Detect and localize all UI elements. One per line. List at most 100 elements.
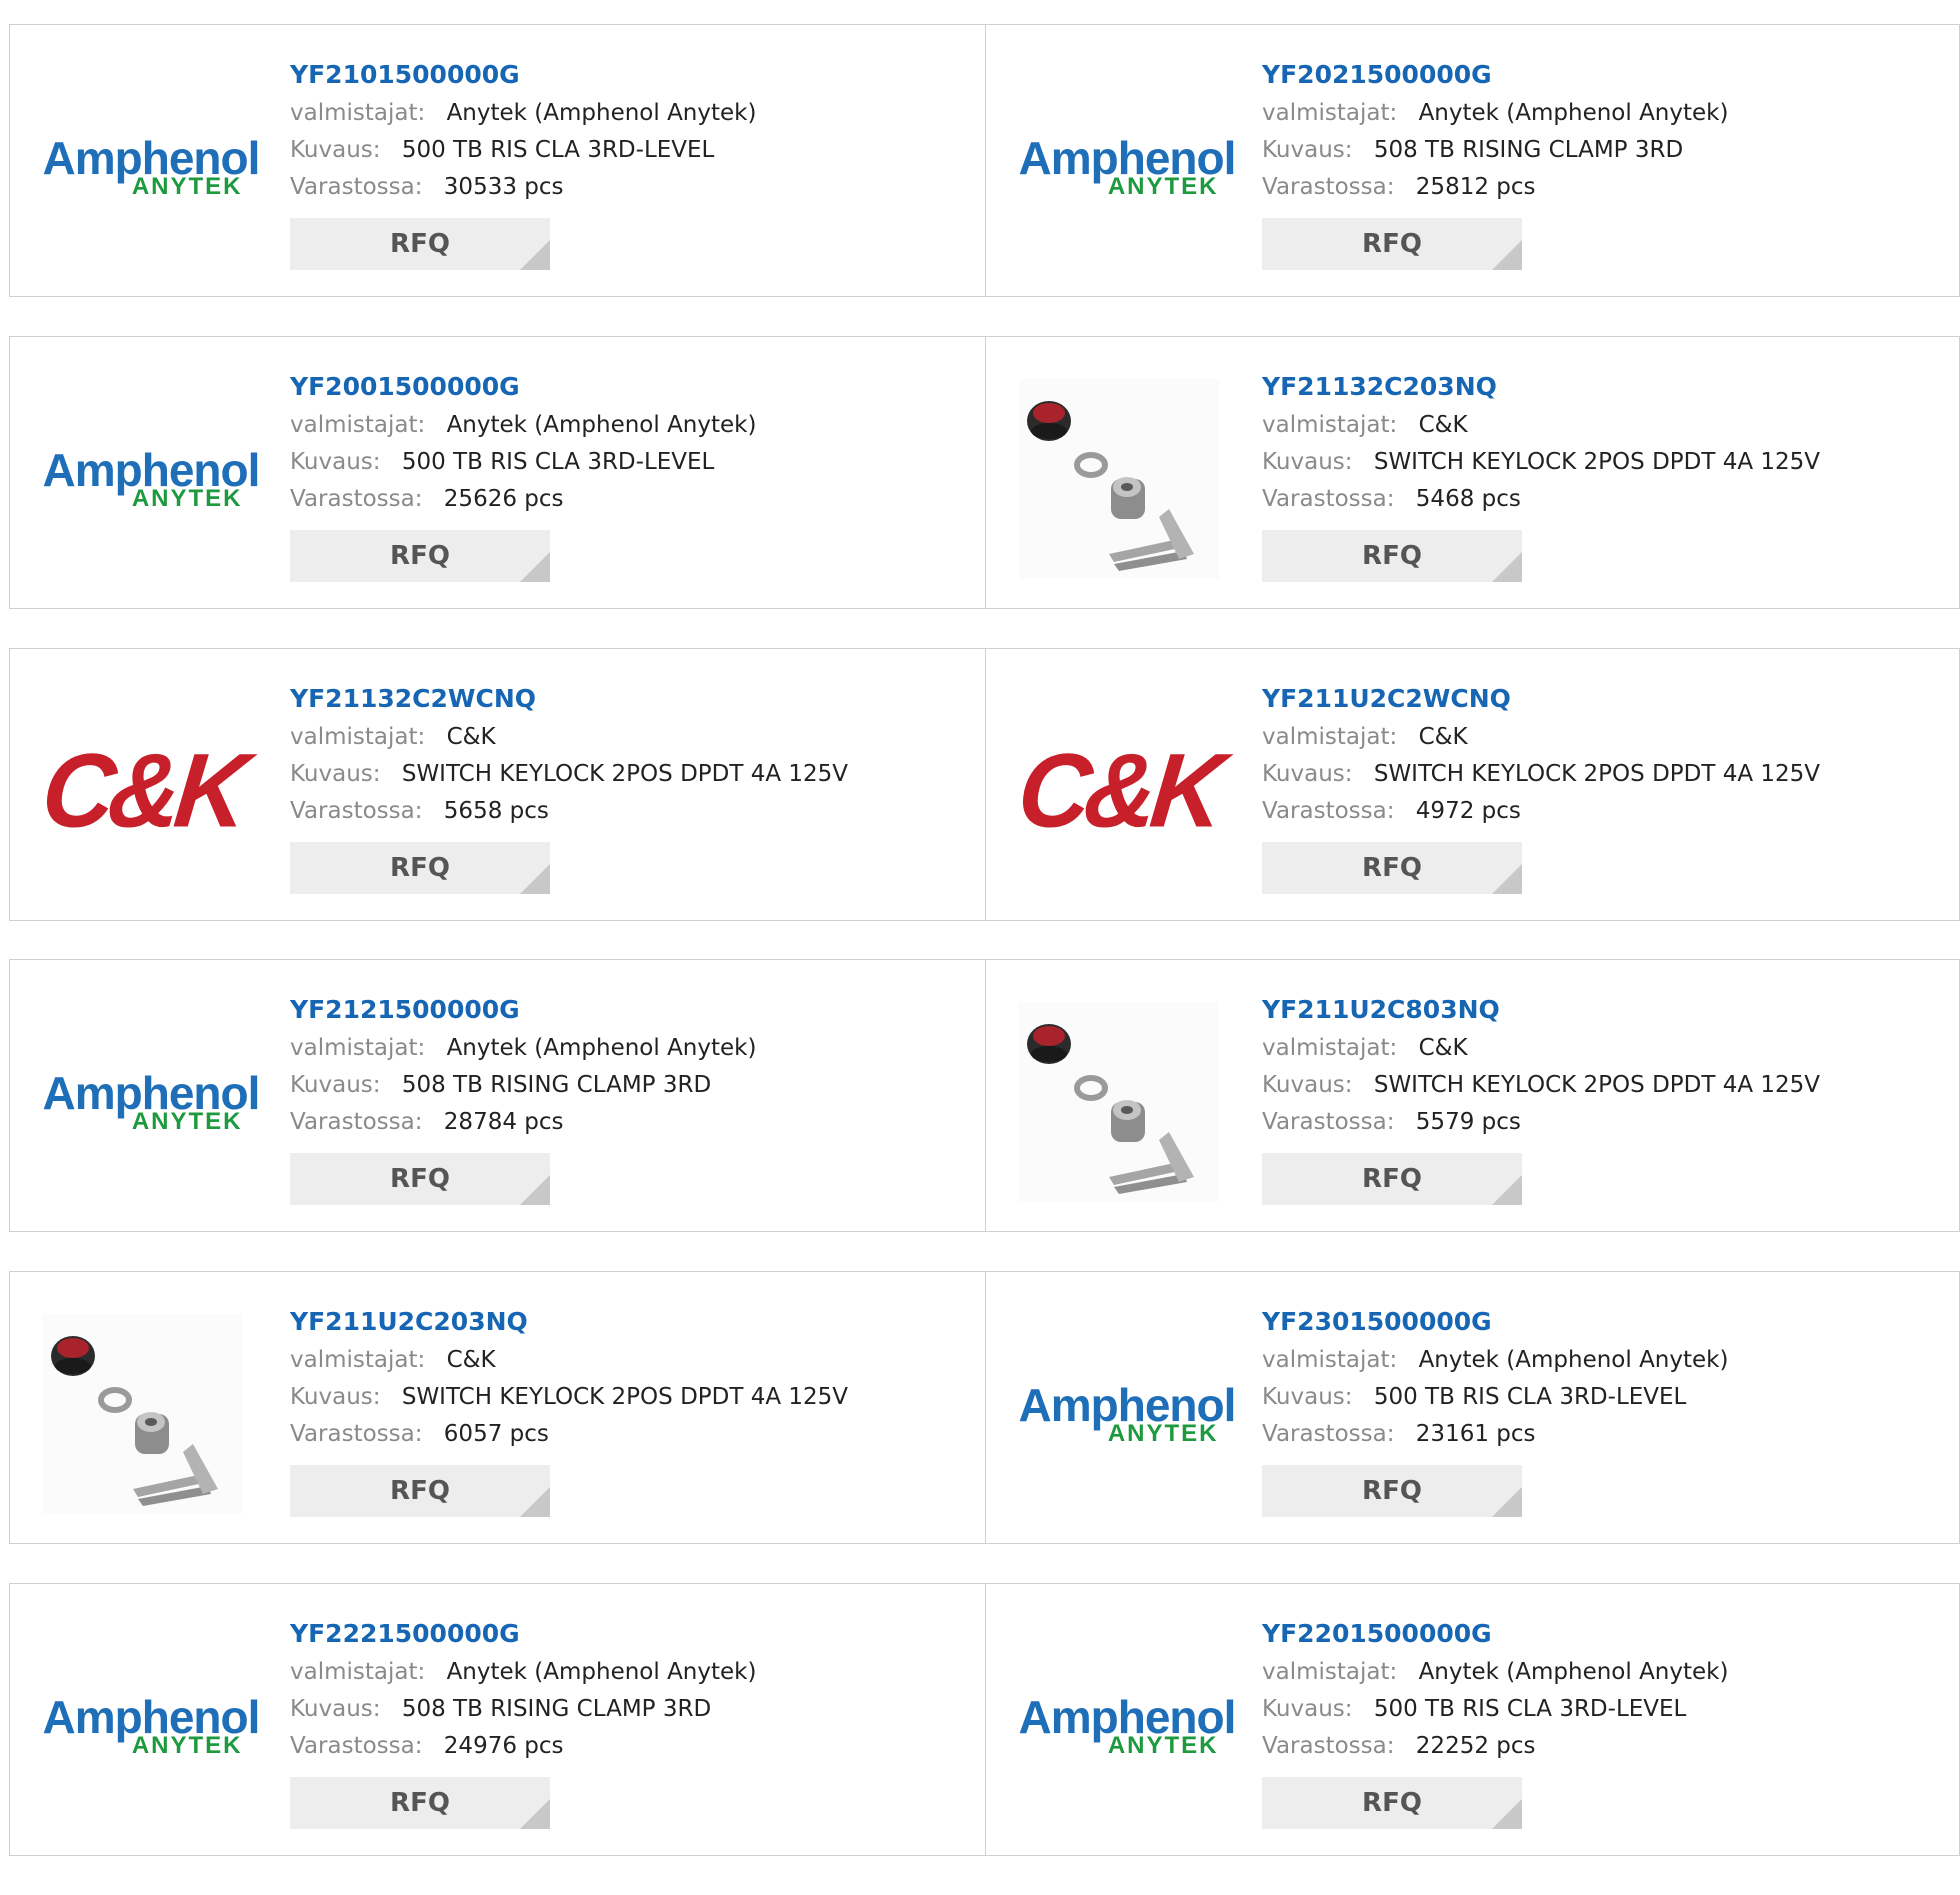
corner-triangle-icon xyxy=(1492,552,1522,582)
part-number-link[interactable]: YF2101500000G xyxy=(290,55,756,95)
product-image[interactable] xyxy=(1016,1002,1221,1202)
description-value: 500 TB RIS CLA 3RD-LEVEL xyxy=(401,449,715,475)
rfq-button[interactable]: RFQ xyxy=(290,1777,550,1829)
rfq-button[interactable]: RFQ xyxy=(1262,218,1522,270)
amphenol-anytek-logo[interactable]: Amphenol ANYTEK xyxy=(43,1070,261,1134)
manufacturer-label: valmistajat: xyxy=(1262,412,1398,438)
corner-triangle-icon xyxy=(1492,1487,1522,1517)
rfq-label: RFQ xyxy=(390,1476,450,1506)
rfq-button[interactable]: RFQ xyxy=(290,218,550,270)
stock-label: Varastossa: xyxy=(1262,1421,1395,1447)
description-label: Kuvaus: xyxy=(290,449,381,475)
part-number-link[interactable]: YF21132C203NQ xyxy=(1262,367,1820,407)
rfq-button[interactable]: RFQ xyxy=(290,1465,550,1517)
stock-value: 23161 pcs xyxy=(1415,1421,1536,1447)
stock-value: 25626 pcs xyxy=(443,486,564,512)
description-value: 500 TB RIS CLA 3RD-LEVEL xyxy=(1373,1384,1687,1410)
keylock-switch-image[interactable] xyxy=(1018,379,1219,579)
corner-triangle-icon xyxy=(520,864,550,894)
description-label: Kuvaus: xyxy=(290,761,381,787)
amphenol-anytek-logo[interactable]: Amphenol ANYTEK xyxy=(1019,135,1237,199)
amphenol-anytek-logo[interactable]: Amphenol ANYTEK xyxy=(43,1694,261,1758)
description-value: SWITCH KEYLOCK 2POS DPDT 4A 125V xyxy=(1373,449,1821,475)
ck-logo[interactable]: C&K xyxy=(1013,731,1224,852)
description-label: Kuvaus: xyxy=(1262,761,1353,787)
product-image[interactable] xyxy=(1016,379,1221,579)
manufacturer-row: valmistajat: Anytek (Amphenol Anytek) xyxy=(290,95,756,132)
product-row: YF211U2C203NQ valmistajat: C&K Kuvaus: S… xyxy=(9,1271,1960,1544)
keylock-switch-image[interactable] xyxy=(1018,1002,1219,1202)
manufacturer-value: Anytek (Amphenol Anytek) xyxy=(1418,1659,1729,1685)
description-row: Kuvaus: 500 TB RIS CLA 3RD-LEVEL xyxy=(1262,1379,1728,1416)
manufacturer-value: Anytek (Amphenol Anytek) xyxy=(446,100,757,126)
part-number-link[interactable]: YF2221500000G xyxy=(290,1614,756,1654)
amphenol-anytek-logo[interactable]: Amphenol ANYTEK xyxy=(43,447,261,511)
stock-row: Varastossa: 6057 pcs xyxy=(290,1416,848,1453)
amphenol-anytek-logo[interactable]: Amphenol ANYTEK xyxy=(1019,1382,1237,1446)
product-image[interactable]: Amphenol ANYTEK xyxy=(40,1002,261,1202)
ck-logo[interactable]: C&K xyxy=(37,731,248,852)
corner-triangle-icon xyxy=(520,1175,550,1205)
stock-label: Varastossa: xyxy=(290,1421,423,1447)
part-number-link[interactable]: YF21132C2WCNQ xyxy=(290,679,848,719)
product-image[interactable]: Amphenol ANYTEK xyxy=(40,1626,261,1826)
rfq-label: RFQ xyxy=(390,1164,450,1194)
rfq-button[interactable]: RFQ xyxy=(1262,1777,1522,1829)
product-card: Amphenol ANYTEK YF2121500000G valmistaja… xyxy=(9,959,986,1232)
description-row: Kuvaus: 508 TB RISING CLAMP 3RD xyxy=(1262,132,1728,169)
amphenol-anytek-logo[interactable]: Amphenol ANYTEK xyxy=(1019,1694,1237,1758)
rfq-button[interactable]: RFQ xyxy=(290,530,550,582)
product-image[interactable]: C&K xyxy=(37,691,248,891)
rfq-button[interactable]: RFQ xyxy=(290,1153,550,1205)
description-row: Kuvaus: SWITCH KEYLOCK 2POS DPDT 4A 125V xyxy=(1262,1067,1820,1104)
manufacturer-row: valmistajat: Anytek (Amphenol Anytek) xyxy=(290,1030,756,1067)
rfq-button[interactable]: RFQ xyxy=(1262,842,1522,894)
description-value: 508 TB RISING CLAMP 3RD xyxy=(401,1072,712,1098)
manufacturer-label: valmistajat: xyxy=(1262,100,1398,126)
corner-triangle-icon xyxy=(1492,864,1522,894)
part-number-link[interactable]: YF2301500000G xyxy=(1262,1302,1728,1342)
rfq-button[interactable]: RFQ xyxy=(290,842,550,894)
part-number-link[interactable]: YF211U2C803NQ xyxy=(1262,990,1820,1030)
product-image[interactable]: Amphenol ANYTEK xyxy=(40,379,261,579)
part-number-link[interactable]: YF2001500000G xyxy=(290,367,756,407)
product-info: YF2001500000G valmistajat: Anytek (Amphe… xyxy=(290,367,756,582)
description-label: Kuvaus: xyxy=(1262,1072,1353,1098)
description-label: Kuvaus: xyxy=(290,1384,381,1410)
product-info: YF2301500000G valmistajat: Anytek (Amphe… xyxy=(1262,1302,1728,1517)
corner-triangle-icon xyxy=(520,1487,550,1517)
stock-label: Varastossa: xyxy=(290,798,423,824)
product-card: Amphenol ANYTEK YF2201500000G valmistaja… xyxy=(986,1583,1960,1856)
stock-row: Varastossa: 5468 pcs xyxy=(1262,481,1820,518)
part-number-link[interactable]: YF211U2C2WCNQ xyxy=(1262,679,1820,719)
part-number-link[interactable]: YF2121500000G xyxy=(290,990,756,1030)
amphenol-anytek-logo[interactable]: Amphenol ANYTEK xyxy=(43,135,261,199)
corner-triangle-icon xyxy=(520,240,550,270)
product-card: YF21132C203NQ valmistajat: C&K Kuvaus: S… xyxy=(986,336,1960,609)
product-image[interactable]: Amphenol ANYTEK xyxy=(40,67,261,267)
rfq-button[interactable]: RFQ xyxy=(1262,1465,1522,1517)
product-image[interactable]: Amphenol ANYTEK xyxy=(1016,1314,1237,1514)
product-image[interactable]: Amphenol ANYTEK xyxy=(1016,1626,1237,1826)
product-image[interactable]: C&K xyxy=(1013,691,1224,891)
product-info: YF2121500000G valmistajat: Anytek (Amphe… xyxy=(290,990,756,1205)
product-image[interactable] xyxy=(40,1314,245,1514)
rfq-button[interactable]: RFQ xyxy=(1262,530,1522,582)
manufacturer-label: valmistajat: xyxy=(290,1035,426,1061)
stock-row: Varastossa: 30533 pcs xyxy=(290,169,756,206)
stock-row: Varastossa: 25812 pcs xyxy=(1262,169,1728,206)
rfq-label: RFQ xyxy=(390,853,450,883)
part-number-link[interactable]: YF2201500000G xyxy=(1262,1614,1728,1654)
product-info: YF2101500000G valmistajat: Anytek (Amphe… xyxy=(290,55,756,270)
description-row: Kuvaus: 500 TB RIS CLA 3RD-LEVEL xyxy=(290,132,756,169)
manufacturer-row: valmistajat: Anytek (Amphenol Anytek) xyxy=(1262,1654,1728,1691)
stock-row: Varastossa: 24976 pcs xyxy=(290,1728,756,1765)
product-info: YF211U2C203NQ valmistajat: C&K Kuvaus: S… xyxy=(290,1302,848,1517)
stock-value: 4972 pcs xyxy=(1415,798,1521,824)
product-card: YF211U2C203NQ valmistajat: C&K Kuvaus: S… xyxy=(9,1271,986,1544)
product-image[interactable]: Amphenol ANYTEK xyxy=(1016,67,1237,267)
keylock-switch-image[interactable] xyxy=(42,1314,243,1514)
part-number-link[interactable]: YF2021500000G xyxy=(1262,55,1728,95)
part-number-link[interactable]: YF211U2C203NQ xyxy=(290,1302,848,1342)
rfq-button[interactable]: RFQ xyxy=(1262,1153,1522,1205)
